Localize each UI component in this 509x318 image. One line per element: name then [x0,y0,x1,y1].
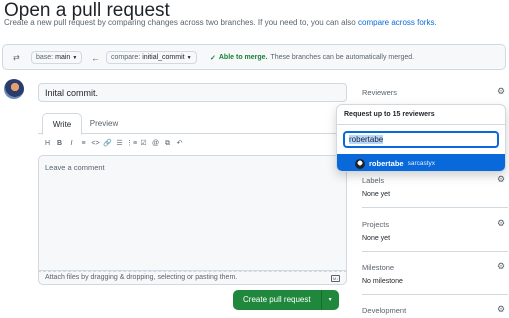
attach-files-area[interactable]: Attach files by dragging & dropping, sel… [38,271,347,285]
reviewer-filter-input[interactable]: robertabe [343,131,499,148]
projects-heading: Projects [362,220,390,229]
base-branch-button[interactable]: base: main ▼ [31,51,83,64]
create-pull-request-group: Create pull request ▾ [233,290,339,310]
compare-branch-button[interactable]: compare: initial_commit ▼ [106,51,197,64]
milestone-value: No milestone [362,278,403,285]
markdown-icon: M↓ [331,275,340,282]
code-icon[interactable]: <> [90,138,101,150]
create-pull-request-button[interactable]: Create pull request [233,290,322,310]
milestone-heading: Milestone [362,263,395,272]
labels-value: None yet [362,191,391,198]
labels-heading: Labels [362,176,385,185]
arrow-left-icon: ← [91,52,100,63]
tab-preview[interactable]: Preview [84,113,124,135]
merge-detail: These branches can be automatically merg… [270,54,415,61]
quote-icon[interactable]: ≡ [78,138,89,150]
task-list-icon[interactable]: ☑ [138,138,149,150]
gear-icon[interactable]: ⚙ [497,261,505,272]
reviewer-name: sarcastyx [407,160,436,167]
chevron-down-icon: ▼ [186,54,192,61]
gear-icon[interactable]: ⚙ [497,174,505,185]
compare-prefix: compare: [111,54,141,61]
popover-header: Request up to 15 reviewers [337,105,505,125]
merge-status: Able to merge. [218,54,268,61]
heading-icon[interactable]: H [42,138,53,150]
attach-text: Attach files by dragging & dropping, sel… [45,274,238,281]
compare-branch-value: initial_commit [142,54,185,61]
link-icon[interactable]: 🔗 [102,138,113,150]
tab-write[interactable]: Write [42,113,82,135]
page-subtitle: Create a new pull request by comparing c… [4,18,437,27]
undo-icon[interactable]: ↶ [174,138,185,150]
reviewers-heading: Reviewers [362,88,398,97]
reviewer-login: robertabe [369,159,404,168]
create-options-dropdown[interactable]: ▾ [321,290,339,310]
avatar [355,158,365,169]
projects-value: None yet [362,235,391,242]
sidebar-divider [362,207,508,208]
pr-title-input[interactable]: Inital commit. [38,83,347,102]
markdown-toolbar: H B I ≡ <> 🔗 ☰ ⋮≡ ☑ @ ⧉ ↶ [42,138,186,150]
swap-branches-icon[interactable]: ⇄ [13,51,20,64]
reference-icon[interactable]: ⧉ [162,138,173,150]
check-icon: ✓ [210,54,216,62]
reviewer-suggestion[interactable]: robertabe sarcastyx [337,154,505,171]
editor-tabs: Write Preview [38,110,347,135]
comment-textarea[interactable]: Leave a comment [38,155,347,271]
numbered-list-icon[interactable]: ⋮≡ [126,138,137,150]
mention-icon[interactable]: @ [150,138,161,150]
bulleted-list-icon[interactable]: ☰ [114,138,125,150]
sidebar-divider [362,294,508,295]
italic-icon[interactable]: I [66,138,77,150]
gear-icon[interactable]: ⚙ [497,218,505,229]
subtitle-text: Create a new pull request by comparing c… [4,18,356,27]
development-heading: Development [362,306,407,315]
bold-icon[interactable]: B [54,138,65,150]
sidebar-divider [362,251,508,252]
compare-forks-link[interactable]: compare across forks. [358,18,437,27]
base-prefix: base: [36,54,54,61]
reviewer-popover: Request up to 15 reviewers robertabe rob… [336,104,506,172]
chevron-down-icon: ▼ [72,54,78,61]
gear-icon[interactable]: ⚙ [497,304,505,315]
filter-value: robertabe [349,135,384,144]
compare-bar: ⇄ base: main ▼ ← compare: initial_commit… [2,44,506,70]
avatar [4,79,24,99]
base-branch-value: main [55,54,71,61]
gear-icon[interactable]: ⚙ [497,86,505,97]
